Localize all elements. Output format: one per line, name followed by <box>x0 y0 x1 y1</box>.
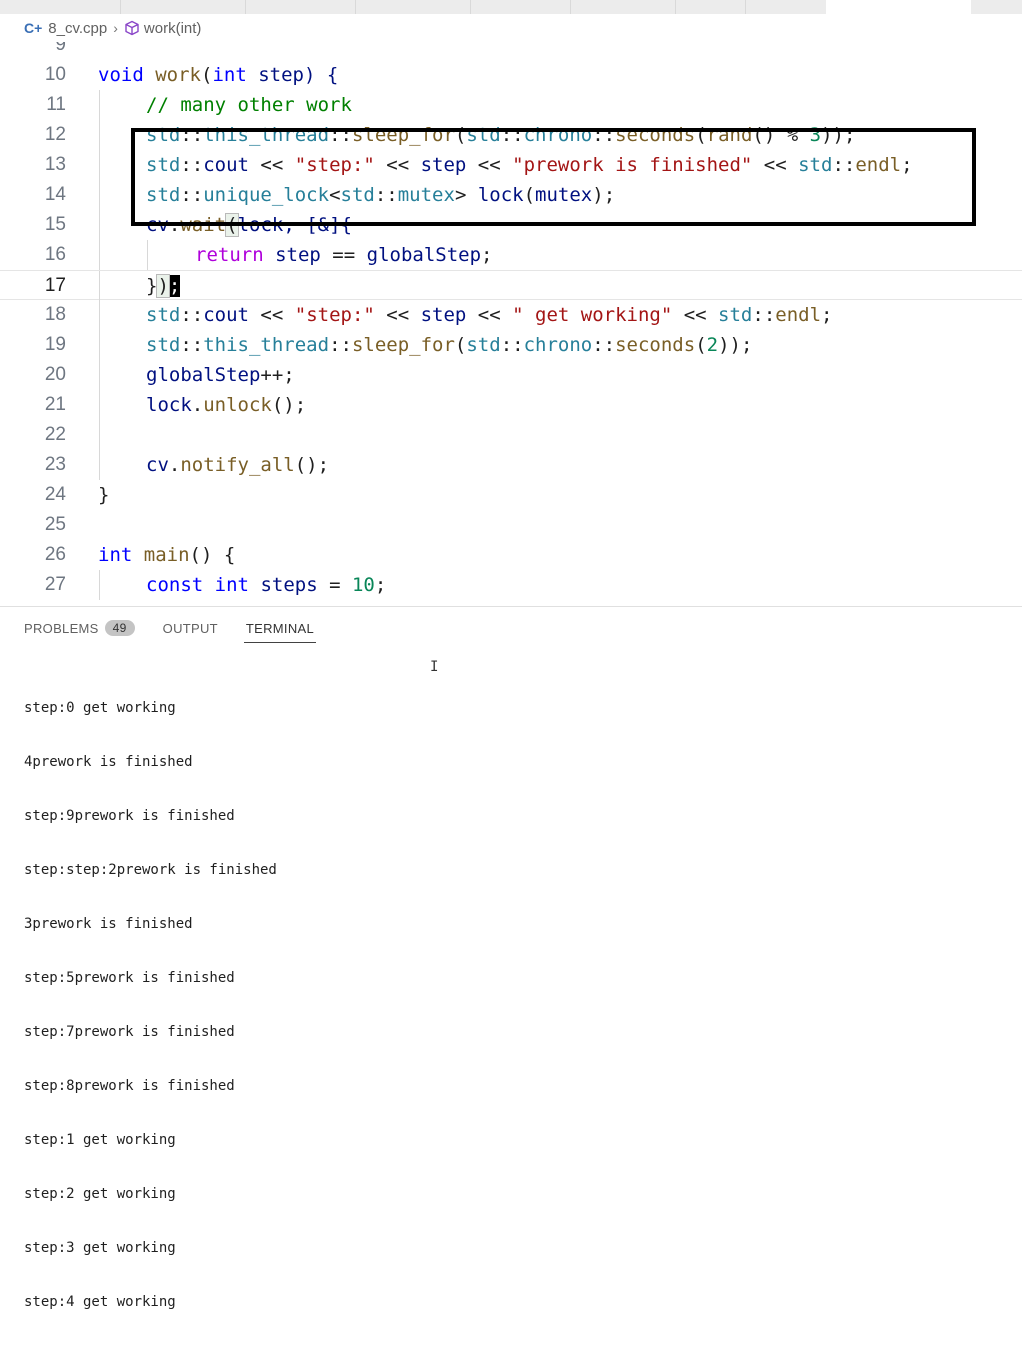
terminal-output[interactable]: step:0 get working 4prework is finished … <box>24 663 1004 1310</box>
editor-tab[interactable] <box>745 0 827 14</box>
code-text: std::this_thread::sleep_for(std::chrono:… <box>146 334 753 356</box>
terminal-line: step:7prework is finished <box>24 1024 235 1040</box>
code-line: 16 return step == globalStep; <box>0 240 1022 270</box>
cpp-file-icon: C+ <box>24 20 43 36</box>
line-number: 23 <box>44 454 66 475</box>
code-line: 19 std::this_thread::sleep_for(std::chro… <box>0 330 1022 360</box>
code-line: 23 cv.notify_all(); <box>0 450 1022 480</box>
text-cursor: ; <box>168 275 181 297</box>
code-line: 11 // many other work <box>0 90 1022 120</box>
terminal-line: 3prework is finished <box>24 916 193 932</box>
line-number: 12 <box>44 124 66 145</box>
breadcrumb-symbol-wrap[interactable]: work(int) <box>124 19 202 37</box>
code-text: globalStep++; <box>146 364 295 386</box>
terminal-line: step:5prework is finished <box>24 970 235 986</box>
code-text: const int steps = 10; <box>146 574 387 596</box>
line-number: 14 <box>44 184 66 205</box>
terminal-line: step:8prework is finished <box>24 1078 235 1094</box>
code-text: }); <box>146 274 181 298</box>
line-number: 17 <box>44 275 66 296</box>
line-number: 13 <box>44 154 66 175</box>
editor-tab[interactable] <box>245 0 356 14</box>
line-number: 19 <box>44 334 66 355</box>
code-text: return step == globalStep; <box>195 244 493 266</box>
terminal-line: step:step:2prework is finished <box>24 862 277 878</box>
tab-output[interactable]: OUTPUT <box>163 607 218 649</box>
line-number: 26 <box>44 544 66 565</box>
editor-tab[interactable] <box>120 0 246 14</box>
terminal-line: step:1 get working <box>24 1132 176 1148</box>
line-number: 18 <box>44 304 66 325</box>
editor-tab[interactable] <box>675 0 746 14</box>
terminal-line: step:2 get working <box>24 1186 176 1202</box>
terminal-line: step:3 get working <box>24 1240 176 1256</box>
code-line: 25 <box>0 510 1022 540</box>
chevron-right-icon: › <box>113 20 118 36</box>
code-text: std::cout << "step:" << step << " get wo… <box>146 304 833 326</box>
tab-terminal[interactable]: TERMINAL <box>243 607 317 649</box>
line-number: 27 <box>44 574 66 595</box>
breadcrumb-file[interactable]: 8_cv.cpp <box>48 20 107 37</box>
line-number: 25 <box>44 514 66 535</box>
active-editor-tab[interactable] <box>826 0 971 14</box>
terminal-line: 4prework is finished <box>24 754 193 770</box>
line-number: 20 <box>44 364 66 385</box>
line-number: 24 <box>44 484 66 505</box>
code-comment: // many other work <box>146 94 352 116</box>
tab-output-label: OUTPUT <box>162 620 218 636</box>
breadcrumb-symbol: work(int) <box>143 19 202 37</box>
code-line: 22 <box>0 420 1022 450</box>
editor-tab-strip <box>0 0 1022 14</box>
line-number: 15 <box>44 214 66 235</box>
terminal-line: step:9prework is finished <box>24 808 235 824</box>
code-line: 9 <box>0 42 1022 60</box>
line-number: 9 <box>55 42 66 55</box>
code-line: 10 void work(int step) { <box>0 60 1022 90</box>
line-number: 21 <box>44 394 66 415</box>
terminal-line: step:0 get working <box>24 700 176 716</box>
tab-terminal-label: TERMINAL <box>245 620 315 636</box>
editor-tab[interactable] <box>570 0 676 14</box>
editor-tab[interactable] <box>355 0 471 14</box>
symbol-method-icon <box>125 20 139 36</box>
tab-problems[interactable]: PROBLEMS 49 <box>24 607 135 649</box>
line-number: 11 <box>46 94 66 115</box>
code-text: cv.notify_all(); <box>146 454 330 476</box>
editor-tab[interactable] <box>0 0 121 14</box>
code-line: 24 } <box>0 480 1022 510</box>
panel-tab-bar: PROBLEMS 49 OUTPUT TERMINAL <box>0 607 317 649</box>
code-line: 18 std::cout << "step:" << step << " get… <box>0 300 1022 330</box>
line-number: 10 <box>44 64 66 85</box>
problems-count-badge: 49 <box>104 620 135 636</box>
code-line: 27 const int steps = 10; <box>0 570 1022 600</box>
annotation-highlight-box <box>131 128 976 226</box>
line-number: 22 <box>44 424 66 445</box>
code-line: 21 lock.unlock(); <box>0 390 1022 420</box>
code-line: 20 globalStep++; <box>0 360 1022 390</box>
code-text: int main() { <box>98 544 236 566</box>
code-text: } <box>98 484 110 506</box>
editor-tab[interactable] <box>470 0 571 14</box>
line-number: 16 <box>44 244 66 265</box>
code-line: 26 int main() { <box>0 540 1022 570</box>
bottom-panel: PROBLEMS 49 OUTPUT TERMINAL I step:0 get… <box>0 606 1022 1310</box>
code-text: void work(int step) { <box>98 64 339 86</box>
breadcrumb: C+ 8_cv.cpp › work(int) <box>0 14 1022 42</box>
code-text: lock.unlock(); <box>146 394 307 416</box>
tab-problems-label: PROBLEMS <box>24 620 99 636</box>
code-editor[interactable]: 9 10 void work(int step) { 11 // many ot… <box>0 42 1022 605</box>
current-code-line: 17 }); <box>0 270 1022 301</box>
terminal-line: step:4 get working <box>24 1294 176 1310</box>
